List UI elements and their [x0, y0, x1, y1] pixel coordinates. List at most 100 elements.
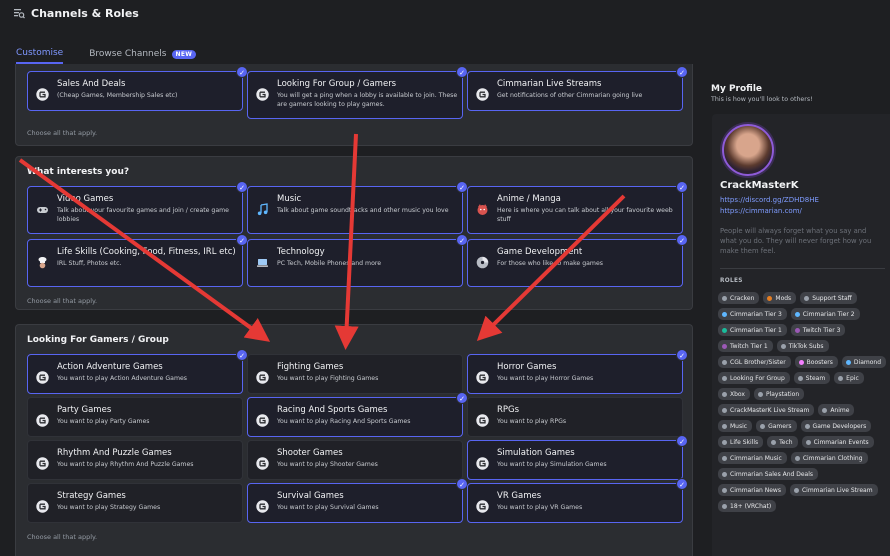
role-pill[interactable]: Mods	[763, 292, 797, 304]
role-card-game-development[interactable]: Game Development For those who like to m…	[467, 234, 688, 287]
role-pill[interactable]: Tech	[767, 436, 798, 448]
role-pill[interactable]: Cimmarian News	[718, 484, 786, 496]
role-card-description: Talk about game soundtracks and other mu…	[277, 207, 449, 214]
tab-browse-channels[interactable]: Browse Channels NEW	[89, 38, 197, 64]
role-card-action-adventure-games[interactable]: Action Adventure Games You want to play A…	[27, 349, 248, 394]
role-name: Steam	[805, 374, 826, 382]
role-pill[interactable]: Looking For Group	[718, 372, 790, 384]
role-pill[interactable]: CGL Brother/Sister	[718, 356, 791, 368]
role-card-racing-and-sports-games[interactable]: Racing And Sports Games You want to play …	[247, 392, 468, 437]
role-pill[interactable]: Gamers	[756, 420, 797, 432]
role-card-title: Cimmarian Live Streams	[497, 79, 602, 89]
role-card-title: Sales And Deals	[57, 79, 126, 89]
role-color-dot	[722, 487, 727, 493]
role-card-anime-manga[interactable]: Anime / Manga Here is where you can talk…	[467, 181, 688, 234]
role-card-music[interactable]: Music Talk about game soundtracks and ot…	[247, 181, 468, 234]
role-pill[interactable]: Diamond	[841, 356, 886, 368]
role-pill[interactable]: Cimmarian Music	[718, 452, 787, 464]
role-card-title: RPGs	[497, 405, 520, 415]
role-card-shooter-games[interactable]: Shooter Games You want to play Shooter Ga…	[247, 440, 463, 480]
role-pill[interactable]: Cimmarian Events	[801, 436, 874, 448]
role-pill[interactable]: Cimmarian Tier 3	[718, 308, 787, 320]
role-card-rpgs[interactable]: RPGs You want to play RPGs	[467, 397, 683, 437]
role-card-cimmarian-live-streams[interactable]: Cimmarian Live Streams Get notifications…	[467, 66, 688, 111]
role-name: Xbox	[730, 390, 745, 398]
role-name: Life Skills	[730, 438, 759, 446]
role-color-dot	[722, 359, 727, 365]
role-card-strategy-games[interactable]: Strategy Games You want to play Strategy …	[27, 483, 243, 523]
role-card-description: You want to play Fighting Games	[277, 375, 379, 382]
role-pill[interactable]: Support Staff	[800, 292, 857, 304]
server-logo-icon	[256, 86, 269, 101]
role-pill[interactable]: Cimmarian Clothing	[790, 452, 868, 464]
role-pill[interactable]: Life Skills	[718, 436, 764, 448]
role-name: CGL Brother/Sister	[730, 358, 786, 366]
checkmark-icon: ✓	[676, 478, 688, 490]
role-name: Cracken	[730, 294, 755, 302]
role-pill[interactable]: Twitch Tier 1	[718, 340, 773, 352]
role-pill[interactable]: Game Developers	[800, 420, 872, 432]
role-card-simulation-games[interactable]: Simulation Games You want to play Simulat…	[467, 435, 688, 480]
section-title: What interests you?	[27, 167, 130, 177]
role-pill[interactable]: Xbox	[718, 388, 750, 400]
role-color-dot	[804, 423, 810, 429]
role-pill[interactable]: Cimmarian Tier 2	[790, 308, 860, 320]
profile-heading: My Profile	[711, 84, 763, 94]
role-color-dot	[722, 343, 727, 349]
role-color-dot	[767, 295, 773, 301]
role-card-description: You want to play Shooter Games	[277, 461, 378, 468]
role-name: TikTok Subs	[788, 342, 824, 350]
section-interests: What interests you? Video Games Talk abo…	[15, 156, 693, 310]
role-card-technology[interactable]: Technology PC Tech, Mobile Phones and mo…	[247, 234, 468, 287]
checkmark-icon: ✓	[676, 234, 688, 246]
checkmark-icon: ✓	[676, 181, 688, 193]
role-pill[interactable]: Anime	[818, 404, 855, 416]
role-pill[interactable]: CrackMasterK Live Stream	[718, 404, 815, 416]
role-card-title: Action Adventure Games	[57, 362, 163, 372]
role-pill[interactable]: 18+ (VRChat)	[718, 500, 777, 512]
role-color-dot	[771, 439, 777, 445]
role-card-sales-and-deals[interactable]: Sales And Deals (Cheap Games, Membership…	[27, 66, 248, 111]
role-card-fighting-games[interactable]: Fighting Games You want to play Fighting …	[247, 354, 463, 394]
tab-customise[interactable]: Customise	[16, 38, 64, 64]
role-card-vr-games[interactable]: VR Games You want to play VR Games ✓	[467, 478, 688, 523]
role-card-title: Shooter Games	[277, 448, 343, 458]
role-card-life-skills[interactable]: Life Skills (Cooking, Food, Fitness, IRL…	[27, 234, 248, 287]
role-pill[interactable]: Music	[718, 420, 753, 432]
role-name: Epic	[846, 374, 859, 382]
role-card-party-games[interactable]: Party Games You want to play Party Games	[27, 397, 243, 437]
profile-link[interactable]: https://discord.gg/ZDHD8HE	[720, 196, 819, 204]
role-pill[interactable]: Cracken	[718, 292, 760, 304]
role-pill[interactable]: Twitch Tier 3	[790, 324, 846, 336]
role-pill[interactable]: Steam	[793, 372, 831, 384]
role-pill[interactable]: Playstation	[753, 388, 805, 400]
role-card-rhythm-and-puzzle-games[interactable]: Rhythm And Puzzle Games You want to play …	[27, 440, 243, 480]
tab-label: Customise	[16, 48, 64, 58]
role-card-survival-games[interactable]: Survival Games You want to play Survival …	[247, 478, 468, 523]
disc-icon	[476, 254, 489, 269]
customise-panel[interactable]: Sales And Deals (Cheap Games, Membership…	[15, 64, 693, 556]
profile-link[interactable]: https://cimmarian.com/	[720, 207, 802, 215]
music-note-icon	[256, 201, 269, 216]
checkmark-icon: ✓	[676, 349, 688, 361]
page-title: Channels & Roles	[31, 6, 139, 20]
role-name: Game Developers	[812, 422, 867, 430]
role-pill[interactable]: Boosters	[794, 356, 838, 368]
role-pill[interactable]: Cimmarian Live Stream	[789, 484, 878, 496]
role-card-description: IRL Stuff, Photos etc.	[57, 260, 122, 267]
role-card-looking-for-group[interactable]: Looking For Group / Gamers You will get …	[247, 66, 468, 119]
role-color-dot	[722, 455, 727, 461]
role-card-horror-games[interactable]: Horror Games You want to play Horror Game…	[467, 349, 688, 394]
role-card-title: Anime / Manga	[497, 194, 561, 204]
role-card-video-games[interactable]: Video Games Talk about your favourite ga…	[27, 181, 248, 234]
role-card-title: Music	[277, 194, 302, 204]
role-pill[interactable]: Cimmarian Tier 1	[718, 324, 787, 336]
role-name: Anime	[830, 406, 850, 414]
role-pill[interactable]: Cimmarian Sales And Deals	[718, 468, 819, 480]
server-logo-icon	[476, 412, 489, 427]
server-logo-icon	[36, 455, 49, 470]
role-card-title: Fighting Games	[277, 362, 344, 372]
avatar[interactable]	[722, 124, 774, 176]
role-pill[interactable]: Epic	[834, 372, 864, 384]
role-pill[interactable]: TikTok Subs	[776, 340, 829, 352]
